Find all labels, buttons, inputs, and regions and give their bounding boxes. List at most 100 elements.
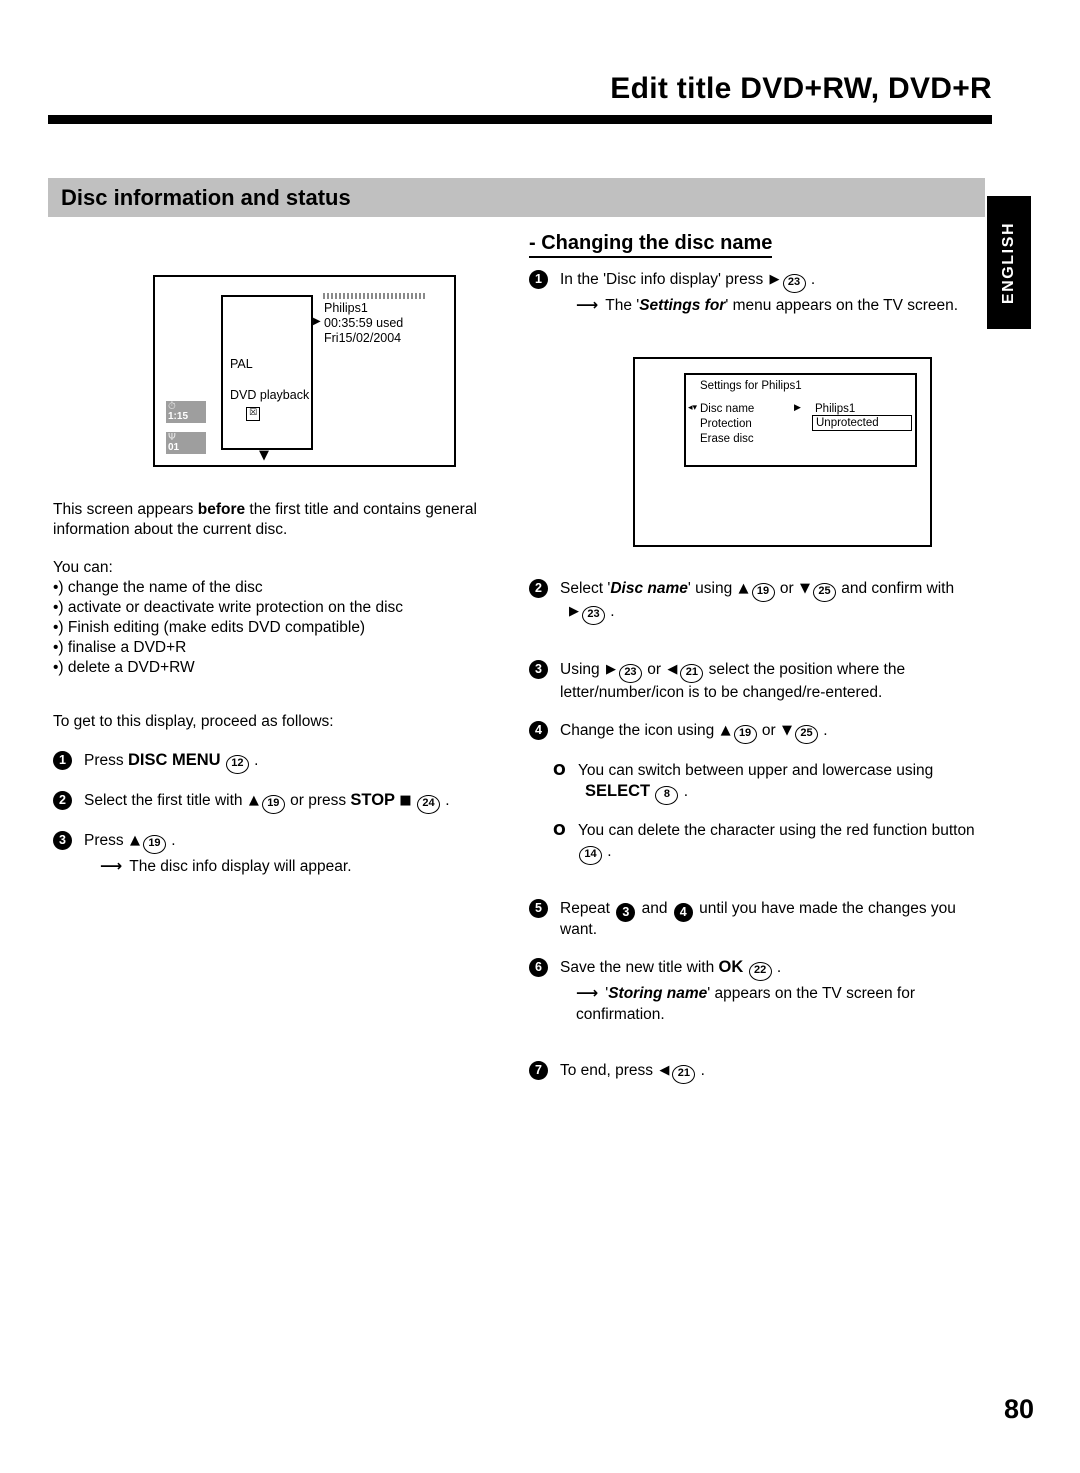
menu-value-protection[interactable]: Unprotected <box>812 415 912 431</box>
intro-paragraph: This screen appears before the first tit… <box>53 500 493 540</box>
arrow-up-icon: ▲ <box>720 723 731 738</box>
step-result-text: The disc info display will appear. <box>129 858 352 875</box>
key-reference: 24 <box>416 795 440 814</box>
right-step-2: 2 Select 'Disc name' using ▲ 19 or ▼ 25 an… <box>529 578 994 625</box>
result-emphasis: Storing name <box>608 985 708 1002</box>
cursor-left-icon: ◂▾ <box>688 403 698 413</box>
step-number: 2 <box>53 791 72 810</box>
step-result: ⟶ The 'Settings for' menu appears on the … <box>560 295 994 316</box>
step-text-post: . <box>818 722 828 739</box>
menu-item-protection[interactable]: Protection <box>700 418 752 430</box>
key-reference: 25 <box>794 725 818 744</box>
right-step-7: 7 To end, press ◀ 21 . <box>529 1060 994 1084</box>
step-text-pre: Press <box>84 752 128 769</box>
step-text-pre: In the 'Disc info display' press <box>560 271 768 288</box>
step-text-post: . <box>772 959 782 976</box>
playback-mode-text: DVD playback <box>230 388 310 402</box>
disc-name-text: Philips1 <box>324 301 368 315</box>
step-text-pre: To end, press <box>560 1062 658 1079</box>
step-text-mid: or <box>757 722 780 739</box>
step-number: 6 <box>529 958 548 977</box>
arrow-down-icon: ▼ <box>799 581 810 596</box>
no-playback-icon: ☒ <box>246 407 260 421</box>
menu-item-disc-name[interactable]: Disc name <box>700 403 754 415</box>
page-title: Edit title DVD+RW, DVD+R <box>610 72 992 105</box>
intro-bold: before <box>197 501 246 518</box>
menu-item-erase-disc[interactable]: Erase disc <box>700 433 754 445</box>
step-text-pre: Repeat <box>560 900 615 917</box>
step-number: 7 <box>529 1061 548 1080</box>
circle-bullet-icon: O <box>553 761 566 779</box>
key-reference: 23 <box>618 664 642 683</box>
step-result: ⟶ The disc info display will appear. <box>84 856 493 877</box>
arrow-right-icon: ⟶ <box>576 296 599 314</box>
step-number: 3 <box>529 660 548 679</box>
key-reference: 8 <box>655 786 679 805</box>
cursor-right-icon: ▶ <box>313 316 321 327</box>
key-reference: 21 <box>680 664 704 683</box>
step-text-pre: Using <box>560 661 604 678</box>
capability-item: •) delete a DVD+RW <box>53 659 195 676</box>
capability-item: •) Finish editing (make edits DVD compat… <box>53 619 366 636</box>
subsection-title: - Changing the disc name <box>529 232 773 258</box>
video-system-text: PAL <box>230 357 253 371</box>
arrow-left-icon: ◀ <box>659 1063 670 1078</box>
step-text-mid2: or <box>775 580 798 597</box>
step-text-post: . <box>806 271 816 288</box>
step-text-post: . <box>696 1062 705 1079</box>
step-text-mid: or <box>642 661 666 678</box>
step-reference: 3 <box>616 903 636 922</box>
hatched-title-bar <box>323 293 427 299</box>
arrow-up-icon: ▲ <box>738 581 749 596</box>
disc-info-screen-illustration: ▶ Philips1 00:35:59 used Fri15/02/2004 P… <box>153 275 456 467</box>
disc-thumbnail-box <box>221 295 313 450</box>
step-text-post: . <box>440 792 450 809</box>
result-emphasis: Settings for <box>639 297 726 314</box>
key-reference: 19 <box>142 835 166 854</box>
note-continuation: SELECT 8 . <box>578 781 994 805</box>
left-step-1: 1 Press DISC MENU 12 . <box>53 750 493 774</box>
you-can-label: You can: <box>53 559 113 576</box>
key-reference: 25 <box>812 583 836 602</box>
menu-value-disc-name: Philips1 <box>815 403 856 415</box>
capability-item: •) finalise a DVD+R <box>53 639 187 656</box>
step-number: 1 <box>529 270 548 289</box>
arrow-left-icon: ◀ <box>667 662 678 677</box>
select-button-label[interactable]: SELECT <box>585 782 650 800</box>
settings-menu-screen-illustration: Settings for Philips1 ◂▾ Disc name ▶ Phi… <box>633 357 932 547</box>
step-emphasis: Disc name <box>610 580 688 597</box>
step-number: 2 <box>529 579 548 598</box>
key-reference: 23 <box>582 606 605 625</box>
capability-item: •) activate or deactivate write protecti… <box>53 599 404 616</box>
howto-intro: To get to this display, proceed as follo… <box>53 713 334 730</box>
right-column: - Changing the disc name 1 In the 'Disc … <box>529 232 994 333</box>
disc-menu-button-label[interactable]: DISC MENU <box>128 751 221 769</box>
step-text-pre: Press <box>84 832 128 849</box>
stop-button-label[interactable]: STOP <box>350 791 395 809</box>
result-post: ' menu appears on the TV screen. <box>725 297 959 314</box>
arrow-right-icon: ▶ <box>769 272 780 287</box>
status-badge-tuner: Ψ 01 <box>166 432 206 454</box>
note-text: You can delete the character using the r… <box>578 822 975 839</box>
cursor-right-icon: ▶ <box>794 403 801 413</box>
arrow-right-icon: ▶ <box>569 604 579 619</box>
arrow-down-icon: ▼ <box>781 723 792 738</box>
settings-menu-title: Settings for Philips1 <box>700 380 802 392</box>
right-column-steps: 2 Select 'Disc name' using ▲ 19 or ▼ 25 an… <box>529 578 994 1100</box>
step-number: 3 <box>53 831 72 850</box>
language-tab-label: ENGLISH <box>1000 221 1017 304</box>
key-reference: 21 <box>672 1065 696 1084</box>
page-number: 80 <box>1003 1394 1034 1424</box>
left-step-2: 2 Select the first title with ▲ 19 or pre… <box>53 790 493 814</box>
right-step-1: 1 In the 'Disc info display' press ▶ 23 .… <box>529 269 994 316</box>
key-reference: 19 <box>751 583 775 602</box>
note-text: You can switch between upper and lowerca… <box>578 762 934 779</box>
ok-button-label[interactable]: OK <box>719 958 744 976</box>
step-text-mid3: and confirm with <box>836 580 955 597</box>
